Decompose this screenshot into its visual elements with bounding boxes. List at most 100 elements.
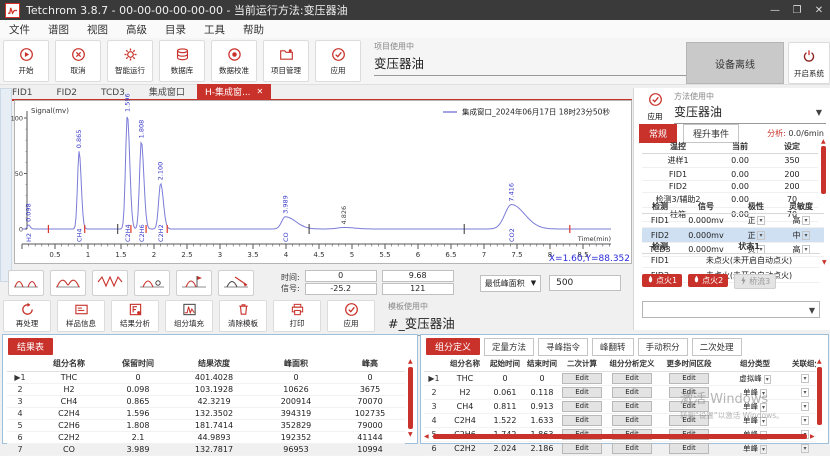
menu-item-7[interactable]: 帮助 [234, 22, 273, 37]
ignite-2-button[interactable]: 点火2 [688, 274, 728, 287]
more-time-ranges-edit-button[interactable]: Edit [669, 387, 709, 398]
time-start-field[interactable]: 0 [305, 270, 377, 282]
table-row[interactable]: FID10.00200 [642, 168, 818, 180]
signal-min-field[interactable]: -25.2 [305, 283, 377, 295]
table-row[interactable]: 进样10.00350 [642, 154, 818, 168]
apply-method-button[interactable]: 应用 [640, 92, 670, 118]
menu-item-1[interactable]: 文件 [0, 22, 39, 37]
scroll-right-icon[interactable]: ▶ [810, 434, 815, 440]
min-peak-area-field[interactable]: 500 [549, 275, 621, 291]
tab-组分定义[interactable]: 组分定义 [426, 338, 480, 355]
ignite-1-button[interactable]: 点火1 [642, 274, 682, 287]
tab--[interactable]: 集成窗口 [137, 84, 197, 99]
clear-template-button[interactable]: 清除模板 [219, 300, 267, 332]
drop-peak-button[interactable] [176, 270, 212, 296]
component-analysis-def-edit-button[interactable]: Edit [612, 443, 652, 454]
table-row[interactable]: FID1未点火(未开启自动点火) [642, 254, 820, 268]
more-time-ranges-edit-button[interactable]: Edit [669, 443, 709, 454]
chevron-down-icon[interactable]: ▾ [801, 374, 808, 383]
more-time-ranges-edit-button[interactable]: Edit [669, 373, 709, 384]
close-button[interactable]: ✕ [808, 5, 830, 16]
tab-寻峰指令[interactable]: 寻峰指令 [538, 338, 588, 356]
apply-template-button[interactable]: 应用 [327, 300, 375, 332]
chevron-down-icon[interactable]: ▾ [802, 216, 809, 225]
chevron-down-icon[interactable]: ▾ [757, 216, 764, 225]
menu-item-3[interactable]: 视图 [78, 22, 117, 37]
close-tab-icon[interactable]: ✕ [257, 87, 264, 96]
secondary-calc-edit-button[interactable]: Edit [562, 401, 602, 412]
device-offline-button[interactable]: 设备离线 [686, 42, 784, 84]
time-end-field[interactable]: 9.68 [382, 270, 454, 282]
template-select[interactable]: 模板使用中 #_变压器油 [388, 301, 655, 336]
apply-project-button[interactable]: 应用 [315, 40, 361, 82]
tab-results-table[interactable]: 结果表 [8, 338, 53, 355]
message-dropdown[interactable]: ▼ [642, 301, 820, 318]
data-calibration-button[interactable]: 数据校准 [211, 40, 257, 82]
reprocess-button[interactable]: 再处理 [3, 300, 51, 332]
tab-fid2[interactable]: FID2 [45, 87, 90, 99]
table-row[interactable]: 6C2H22.144.989319235241144 [7, 432, 405, 444]
chevron-down-icon[interactable]: ▾ [801, 402, 808, 411]
signal-max-field[interactable]: 121 [382, 283, 454, 295]
tab-手动积分[interactable]: 手动积分 [638, 338, 688, 356]
table-row[interactable]: FID20.00200 [642, 180, 818, 192]
table-row[interactable]: 5C2H61.808181.741435282979000 [7, 420, 405, 432]
secondary-calc-edit-button[interactable]: Edit [562, 387, 602, 398]
chevron-down-icon[interactable]: ▾ [801, 444, 808, 453]
table-row[interactable]: ▶1THC00EditEditEdit虚拟峰▾▾ [424, 372, 816, 386]
table-row[interactable]: 4C2H41.5221.633EditEditEdit单峰▾▾ [424, 414, 816, 428]
scroll-up-icon[interactable]: ▲ [817, 359, 822, 365]
table-row[interactable]: 2H20.0610.118EditEditEdit单峰▾▾ [424, 386, 816, 400]
valley-peaks-button[interactable] [92, 270, 128, 296]
scroll-down-icon[interactable]: ▼ [408, 432, 413, 438]
table-row[interactable]: 3CH40.8110.913EditEditEdit单峰▾▾ [424, 400, 816, 414]
chevron-down-icon[interactable]: ▾ [757, 231, 764, 240]
chevron-down-icon[interactable]: ▾ [764, 375, 771, 384]
tab-峰翻转[interactable]: 峰翻转 [592, 338, 634, 356]
min-peak-area-dropdown[interactable]: 最低峰面积 ▼ [480, 275, 541, 292]
smart-run-button[interactable]: 智能运行 [107, 40, 153, 82]
table-row[interactable]: 7CO3.989132.78179695310994 [7, 444, 405, 456]
component-vscrollbar[interactable] [817, 367, 822, 425]
menu-item-2[interactable]: 谱图 [39, 22, 78, 37]
component-analysis-def-edit-button[interactable]: Edit [612, 401, 652, 412]
menu-item-5[interactable]: 目录 [156, 22, 195, 37]
chevron-down-icon[interactable]: ▾ [760, 417, 767, 426]
print-button[interactable]: 打印 [273, 300, 321, 332]
component-hscrollbar[interactable] [433, 434, 807, 439]
table-row[interactable]: ▶1THC0401.402800 [7, 372, 405, 384]
chevron-down-icon[interactable]: ▾ [760, 403, 767, 412]
skim-peak-button[interactable] [134, 270, 170, 296]
table-row[interactable]: 2H20.098103.1928106263675 [7, 384, 405, 396]
database-button[interactable]: 数据库 [159, 40, 205, 82]
scroll-up-icon[interactable]: ▲ [408, 359, 413, 365]
menu-item-4[interactable]: 高级 [117, 22, 156, 37]
baseline-peaks-button[interactable] [8, 270, 44, 296]
table-row[interactable]: 4C2H41.596132.3502394319102735 [7, 408, 405, 420]
cancel-button[interactable]: 取消 [55, 40, 101, 82]
minimize-button[interactable]: — [764, 5, 786, 16]
tab-二次处理[interactable]: 二次处理 [692, 338, 742, 356]
power-on-button[interactable]: 开启系统 [788, 42, 830, 84]
result-analysis-button[interactable]: 结果分析 [111, 300, 159, 332]
component-fill-button[interactable]: 组分填充 [165, 300, 213, 332]
more-time-ranges-edit-button[interactable]: Edit [669, 401, 709, 412]
maximize-button[interactable]: ❐ [786, 5, 808, 16]
merged-peaks-button[interactable] [50, 270, 86, 296]
table-row[interactable]: 6C2H22.0242.186EditEditEdit单峰▾▾ [424, 442, 816, 456]
bridge-current-button[interactable]: 桥流3 [734, 274, 776, 289]
secondary-calc-edit-button[interactable]: Edit [562, 415, 602, 426]
scroll-left-icon[interactable]: ◀ [424, 434, 429, 440]
table-row[interactable]: FID10.000mv正▾高▾ [642, 214, 824, 228]
tangent-peak-button[interactable] [218, 270, 254, 296]
results-scrollbar[interactable] [408, 367, 413, 429]
table-row[interactable]: 3CH40.86542.321920091470070 [7, 396, 405, 408]
chromatogram-panel[interactable]: 050100Signal(mv)0.511.522.533.544.555.56… [14, 100, 632, 264]
more-time-ranges-edit-button[interactable]: Edit [669, 415, 709, 426]
secondary-calc-edit-button[interactable]: Edit [562, 443, 602, 454]
component-analysis-def-edit-button[interactable]: Edit [612, 415, 652, 426]
component-analysis-def-edit-button[interactable]: Edit [612, 373, 652, 384]
tab-定量方法[interactable]: 定量方法 [484, 338, 534, 356]
scroll-up-icon[interactable]: ▲ [821, 139, 826, 145]
secondary-calc-edit-button[interactable]: Edit [562, 373, 602, 384]
